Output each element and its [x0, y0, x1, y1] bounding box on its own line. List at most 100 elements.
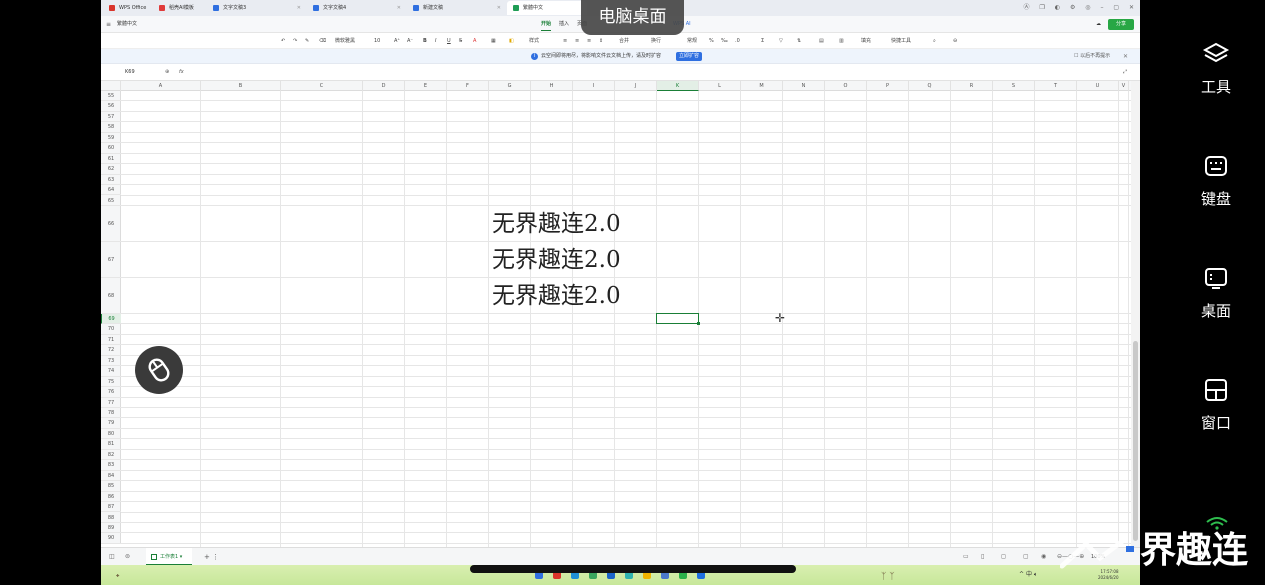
fx-icon[interactable]: fx — [179, 64, 184, 81]
search-icon[interactable]: ⌕ — [933, 33, 936, 49]
zoom-icon[interactable]: ⊕ — [165, 64, 169, 81]
column-header-i[interactable]: I — [573, 81, 615, 91]
italic-icon[interactable]: I — [435, 33, 436, 49]
row-header-70[interactable]: 70 — [101, 324, 121, 335]
row-header-83[interactable]: 83 — [101, 460, 121, 471]
row-header-75[interactable]: 75 — [101, 377, 121, 388]
ai-icon[interactable]: Ⓐ — [1024, 4, 1030, 11]
column-header-g[interactable]: G — [489, 81, 531, 91]
column-header-v[interactable]: V — [1119, 81, 1129, 91]
table-style-icon[interactable]: ▥ — [839, 33, 844, 49]
bold-icon[interactable]: B — [423, 33, 427, 49]
row-header-77[interactable]: 77 — [101, 398, 121, 408]
name-box[interactable]: K69 — [125, 64, 135, 81]
column-header-l[interactable]: L — [699, 81, 741, 91]
expand-storage-button[interactable]: 立即扩容 — [676, 52, 703, 61]
row-header-90[interactable]: 90 — [101, 533, 121, 544]
restore-icon[interactable]: ❐ — [1039, 4, 1044, 11]
spreadsheet-grid[interactable]: ABCDEFGHIJKLMNOPQRSTUV 55 56 57 58 59 60 61 62 6… — [101, 81, 1131, 547]
undo-icon[interactable]: ↶ — [281, 33, 285, 49]
chart-icon[interactable]: ▤ — [819, 33, 824, 49]
wrap-button[interactable]: 换行 — [651, 33, 661, 49]
row-header-69[interactable]: 69 — [101, 313, 121, 325]
column-header-n[interactable]: N — [783, 81, 825, 91]
redo-icon[interactable]: ↷ — [293, 33, 297, 49]
maximize-icon[interactable]: ▢ — [1113, 4, 1119, 11]
close-notice-icon[interactable]: ✕ — [1123, 49, 1128, 64]
tab-doc4[interactable]: 文字文稿4 ✕ — [307, 1, 405, 15]
row-header-62[interactable]: 62 — [101, 164, 121, 175]
sheet-tab[interactable]: 工作表1 ▾ — [146, 548, 192, 566]
row-header-87[interactable]: 87 — [101, 502, 121, 513]
column-header-d[interactable]: D — [363, 81, 405, 91]
cell-text-g68[interactable]: 无界趣连2.0 — [492, 281, 621, 311]
home-indicator[interactable] — [470, 565, 796, 573]
close-icon[interactable]: ✕ — [497, 1, 501, 15]
column-header-m[interactable]: M — [741, 81, 783, 91]
row-header-55[interactable]: 55 — [101, 91, 121, 102]
skin-icon[interactable]: ◐ — [1055, 4, 1060, 11]
number-format-select[interactable]: 常规 — [687, 33, 697, 49]
merge-button[interactable]: 合并 — [619, 33, 629, 49]
row-header-76[interactable]: 76 — [101, 387, 121, 398]
row-header-57[interactable]: 57 — [101, 112, 121, 123]
avatar[interactable]: ◎ — [1085, 4, 1090, 11]
row-header-82[interactable]: 82 — [101, 450, 121, 461]
row-header-68[interactable]: 68 — [101, 278, 121, 314]
settings-icon[interactable]: ⚙ — [1070, 4, 1075, 11]
no-remind-checkbox[interactable]: ☐ 以后不再提示 — [1074, 49, 1110, 64]
sum-icon[interactable]: Σ — [761, 33, 764, 49]
cell-text-g66[interactable]: 无界趣连2.0 — [492, 209, 621, 239]
row-header-66[interactable]: 66 — [101, 206, 121, 242]
row-header-60[interactable]: 60 — [101, 143, 121, 154]
view-page-icon[interactable]: ▯ — [981, 548, 984, 566]
quick-tools-button[interactable]: 快捷工具 — [891, 33, 911, 49]
cell-text-g67[interactable]: 无界趣连2.0 — [492, 245, 621, 275]
column-header-k[interactable]: K — [657, 81, 699, 91]
row-header-86[interactable]: 86 — [101, 492, 121, 503]
font-name-select[interactable]: 微软雅黑 — [335, 33, 355, 49]
format-painter-icon[interactable]: ✎ — [305, 33, 309, 49]
decimal-icon[interactable]: .0 — [735, 33, 740, 49]
system-tray[interactable]: ^ 中 🔈︎ — [1019, 565, 1037, 585]
strikethrough-icon[interactable]: S̶ — [459, 33, 462, 49]
tab-spreadsheet[interactable]: 繁體中文 — [507, 1, 587, 15]
eye-icon[interactable]: ◉ — [1041, 548, 1046, 566]
clear-icon[interactable]: ⌫ — [319, 33, 326, 49]
tab-wps-office[interactable]: WPS Office — [103, 1, 153, 15]
border-icon[interactable]: ▦ — [491, 33, 496, 49]
row-header-88[interactable]: 88 — [101, 513, 121, 523]
increase-font-icon[interactable]: A⁺ — [394, 33, 400, 49]
column-header-o[interactable]: O — [825, 81, 867, 91]
cloud-icon[interactable]: ☁ — [1096, 16, 1101, 33]
row-header-78[interactable]: 78 — [101, 408, 121, 419]
align-left-icon[interactable]: ≡ — [563, 33, 567, 49]
column-header-j[interactable]: J — [615, 81, 657, 91]
thousands-icon[interactable]: ‰ — [721, 33, 728, 49]
menu-insert[interactable]: 插入 — [559, 16, 569, 33]
row-header-59[interactable]: 59 — [101, 133, 121, 144]
tab-doc3[interactable]: 文字文稿3 ✕ — [207, 1, 305, 15]
row-header-80[interactable]: 80 — [101, 429, 121, 440]
column-header-c[interactable]: C — [281, 81, 363, 91]
mouse-mode-button[interactable] — [135, 346, 183, 394]
column-header-t[interactable]: T — [1035, 81, 1077, 91]
fill-color-icon[interactable]: ◧ — [509, 33, 514, 49]
tab-new-doc[interactable]: 新建文稿 ✕ — [407, 1, 505, 15]
sort-icon[interactable]: ⇅ — [797, 33, 801, 49]
column-header-q[interactable]: Q — [909, 81, 951, 91]
close-icon[interactable]: ✕ — [397, 1, 401, 15]
row-header-79[interactable]: 79 — [101, 418, 121, 429]
fullscreen-icon[interactable]: ▢ — [1023, 548, 1029, 566]
row-header-64[interactable]: 64 — [101, 185, 121, 196]
row-header-72[interactable]: 72 — [101, 345, 121, 356]
font-color-icon[interactable]: A — [473, 33, 476, 49]
row-header-67[interactable]: 67 — [101, 242, 121, 278]
column-header-h[interactable]: H — [531, 81, 573, 91]
sheet-list-icon[interactable]: ◫ — [109, 548, 115, 566]
align-center-icon[interactable]: ≡ — [575, 33, 579, 49]
align-right-icon[interactable]: ≡ — [587, 33, 591, 49]
column-header-s[interactable]: S — [993, 81, 1035, 91]
sheet-nav-icon[interactable]: ⊜ — [125, 548, 130, 566]
add-sheet-button[interactable]: + ⋮ — [204, 548, 219, 566]
